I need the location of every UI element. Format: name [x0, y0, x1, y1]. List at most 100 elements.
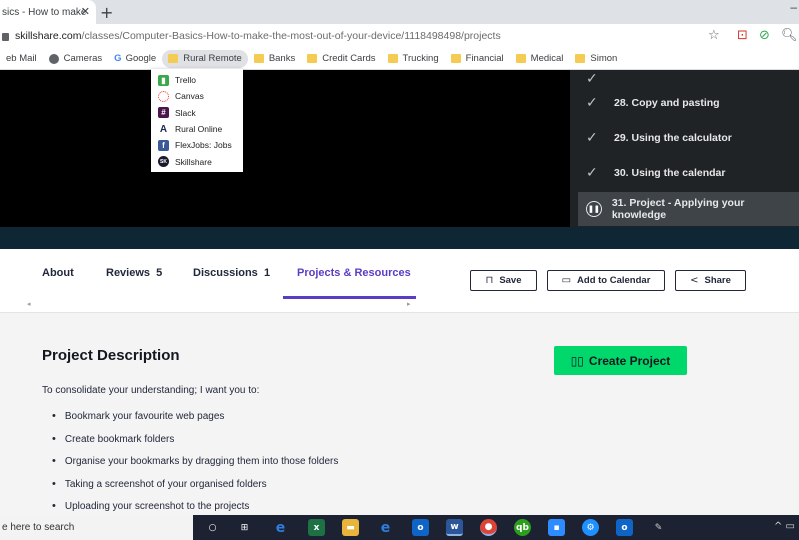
outlook-icon[interactable]: o — [412, 519, 429, 536]
folder-icon — [515, 54, 526, 63]
browser-tab-strip: sics - How to make ✕ + – — [0, 0, 799, 24]
share-icon: < — [690, 275, 699, 286]
playlist-item-label: 30. Using the calendar — [614, 167, 726, 179]
calendar-icon: ▭ — [561, 275, 572, 286]
chrome-icon[interactable]: ● — [480, 519, 497, 536]
zoom-icon[interactable]: ▪ — [548, 519, 565, 536]
url-field[interactable]: skillshare.com/classes/Computer-Basics-H… — [0, 24, 501, 48]
dropdown-item-flexjobs[interactable]: f FlexJobs: Jobs — [151, 137, 243, 153]
bookmark-cameras[interactable]: Cameras — [43, 50, 109, 68]
dropdown-item-label: Rural Online — [175, 124, 223, 135]
playlist-item-label: 29. Using the calculator — [614, 132, 732, 144]
dropdown-item-rural-online[interactable]: A Rural Online — [151, 121, 243, 137]
tab-reviews[interactable]: Reviews 5 — [106, 267, 162, 279]
google-icon: G — [114, 53, 122, 64]
folder-icon — [253, 54, 264, 63]
cortana-icon[interactable]: ○ — [204, 519, 221, 536]
bookmark-label: Google — [125, 53, 157, 64]
skillshare-icon: SK — [158, 156, 169, 168]
bookmark-label: Financial — [465, 53, 504, 64]
create-project-button[interactable]: ▯▯ Create Project — [554, 346, 687, 375]
settings-gear-icon[interactable]: ⚙ — [582, 519, 599, 536]
pocket-extension-icon[interactable]: ⊡ — [737, 28, 748, 43]
dropdown-item-canvas[interactable]: Canvas — [151, 88, 243, 104]
rural-online-icon: A — [159, 123, 168, 135]
save-button[interactable]: ⊓ Save — [470, 270, 537, 291]
dropdown-item-slack[interactable]: # Slack — [151, 105, 243, 121]
dropdown-item-label: Canvas — [175, 91, 204, 102]
project-intro: To consolidate your understanding; I wan… — [42, 385, 260, 396]
dropdown-item-skillshare[interactable]: SK Skillshare — [151, 153, 243, 169]
class-tabs: About Reviews 5 Discussions 1 Projects &… — [0, 249, 799, 313]
zoom-search-icon[interactable]: 🔍︎ — [781, 28, 798, 43]
list-item: Create bookmark folders — [52, 434, 338, 457]
playlist-item-current[interactable]: ❚❚ 31. Project - Applying your knowledge — [578, 192, 799, 226]
share-button[interactable]: < Share — [675, 270, 746, 291]
bookmark-folder-medical[interactable]: Medical — [510, 50, 570, 68]
dropdown-item-trello[interactable]: ▮ Trello — [151, 72, 243, 88]
excel-icon[interactable]: x — [308, 519, 325, 536]
bookmark-label: Rural Remote — [183, 53, 242, 64]
pause-icon: ❚❚ — [586, 201, 602, 217]
scroll-right-icon[interactable]: ▸ — [407, 300, 411, 308]
quickbooks-icon[interactable]: qb — [514, 519, 531, 536]
bookmark-folder-trucking[interactable]: Trucking — [382, 50, 445, 68]
share-button-label: Share — [704, 275, 731, 286]
bookmark-google[interactable]: G Google — [108, 50, 162, 68]
folder-icon — [450, 54, 461, 63]
add-to-calendar-button[interactable]: ▭ Add to Calendar — [547, 270, 665, 291]
outlook-second-icon[interactable]: o — [616, 519, 633, 536]
bookmark-folder-banks[interactable]: Banks — [248, 50, 301, 68]
check-icon: ✓ — [586, 71, 598, 87]
task-view-icon[interactable]: ⊞ — [236, 519, 253, 536]
system-tray-chevron-icon[interactable]: ^ ▭ — [774, 521, 795, 532]
word-icon[interactable]: w — [446, 519, 463, 536]
playlist-item[interactable]: ✓ 30. Using the calendar — [578, 156, 799, 190]
flexjobs-icon: f — [158, 139, 169, 151]
bookmark-web-mail[interactable]: eb Mail — [0, 50, 43, 68]
file-explorer-icon[interactable]: ▬ — [342, 519, 359, 536]
bookmark-label: Banks — [268, 53, 296, 64]
tab-about[interactable]: About — [42, 267, 74, 279]
playlist-item[interactable]: ✓ 28. Copy and pasting — [578, 86, 799, 120]
bookmark-label: Credit Cards — [322, 53, 376, 64]
slack-icon: # — [158, 107, 169, 119]
close-tab-icon[interactable]: ✕ — [81, 5, 90, 18]
bookmark-folder-credit-cards[interactable]: Credit Cards — [301, 50, 381, 68]
folder-icon — [168, 54, 179, 63]
tab-discussions[interactable]: Discussions 1 — [193, 267, 270, 279]
rural-remote-dropdown: ▮ Trello Canvas # Slack A Rural Online f… — [151, 69, 243, 172]
tab-projects-resources[interactable]: Projects & Resources — [297, 267, 411, 279]
bookmark-icon: ⊓ — [485, 275, 494, 286]
paint-icon[interactable]: ✎ — [650, 519, 667, 536]
internet-explorer-icon[interactable]: e — [377, 519, 394, 536]
minimize-window-icon[interactable]: – — [790, 0, 797, 14]
playlist-item-label: 31. Project - Applying your knowledge — [611, 197, 745, 221]
playlist-item[interactable]: ✓ 29. Using the calculator — [578, 121, 799, 155]
folder-icon — [387, 54, 398, 63]
discussions-count: 1 — [263, 267, 271, 279]
trello-icon: ▮ — [158, 74, 169, 86]
add-to-calendar-label: Add to Calendar — [577, 275, 651, 286]
folder-icon — [307, 54, 318, 63]
browser-tab[interactable]: sics - How to make ✕ — [0, 0, 96, 24]
tab-reviews-label: Reviews — [106, 267, 151, 279]
star-bookmark-icon[interactable]: ☆ — [708, 28, 720, 43]
url-domain: skillshare.com — [15, 30, 82, 42]
new-tab-button[interactable]: + — [100, 3, 113, 22]
bookmark-label: Cameras — [63, 53, 103, 64]
project-title: Project Description — [42, 347, 180, 364]
grammarly-extension-icon[interactable]: ⊘ — [759, 28, 770, 43]
reviews-count: 5 — [156, 267, 163, 279]
scroll-left-icon[interactable]: ◂ — [27, 300, 31, 308]
dropdown-item-label: Skillshare — [175, 156, 212, 167]
save-button-label: Save — [499, 275, 522, 286]
bookmark-folder-financial[interactable]: Financial — [445, 50, 510, 68]
project-steps: Bookmark your favourite web pages Create… — [52, 411, 338, 524]
taskbar-search-input[interactable]: e here to search — [0, 515, 193, 540]
bookmark-folder-rural-remote[interactable]: Rural Remote — [162, 49, 248, 68]
address-bar: skillshare.com/classes/Computer-Basics-H… — [0, 24, 799, 48]
lock-icon — [2, 33, 9, 41]
player-footer-bar — [0, 227, 799, 249]
edge-legacy-icon[interactable]: e — [272, 519, 289, 536]
